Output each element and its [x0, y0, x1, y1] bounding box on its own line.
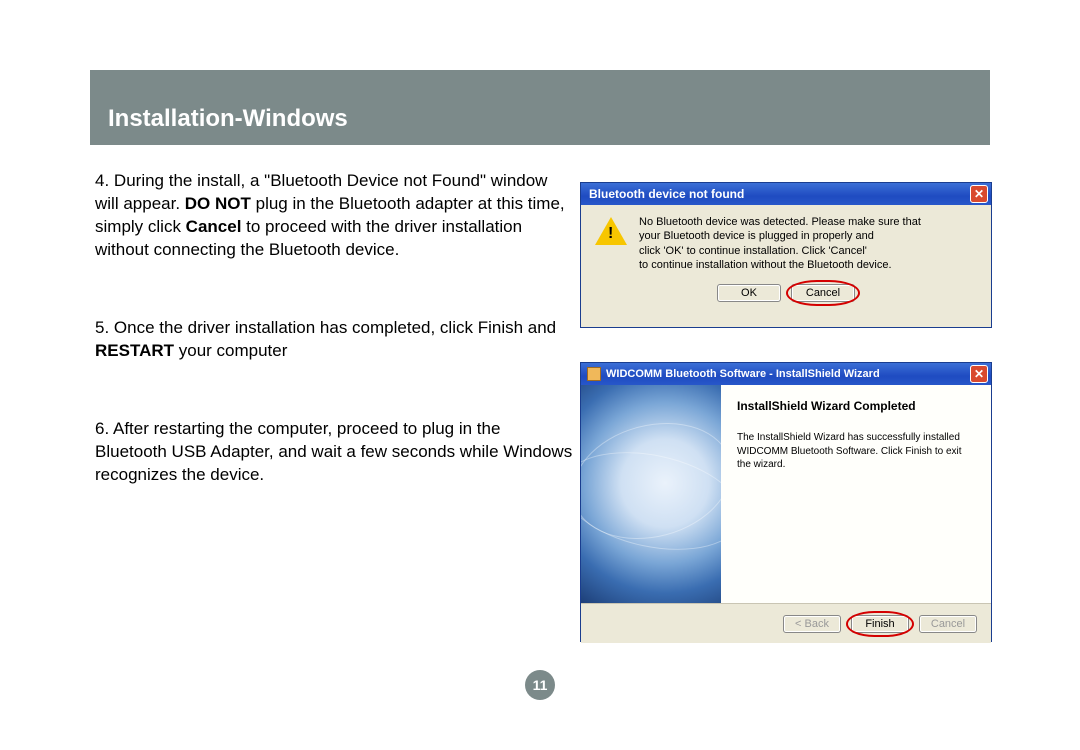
- instruction-text: 4. During the install, a "Bluetooth Devi…: [95, 170, 575, 541]
- dialog-button-row: OK Cancel: [581, 278, 991, 310]
- close-icon: ✕: [974, 188, 984, 200]
- step-bold: DO NOT: [185, 194, 251, 213]
- finish-button[interactable]: Finish: [851, 615, 909, 633]
- dialog-main: InstallShield Wizard Completed The Insta…: [581, 385, 991, 603]
- step-number: 5.: [95, 318, 109, 337]
- wizard-body-text: The InstallShield Wizard has successfull…: [737, 431, 975, 472]
- dialog-button-row: < Back Finish Cancel: [581, 603, 991, 643]
- warning-icon: !: [595, 215, 627, 247]
- step-6: 6. After restarting the computer, procee…: [95, 418, 575, 487]
- dialog-titlebar: WIDCOMM Bluetooth Software - InstallShie…: [581, 363, 991, 385]
- back-button[interactable]: < Back: [783, 615, 841, 633]
- close-button[interactable]: ✕: [970, 185, 988, 203]
- section-title: Installation-Windows: [108, 105, 348, 133]
- step-text: Once the driver installation has complet…: [114, 318, 556, 337]
- page-number: 11: [525, 670, 555, 700]
- step-bold: RESTART: [95, 341, 174, 360]
- msg-line: click 'OK' to continue installation. Cli…: [639, 244, 921, 258]
- highlight-circle: Cancel: [791, 284, 855, 302]
- wizard-globe-graphic: [581, 385, 721, 603]
- wizard-content: InstallShield Wizard Completed The Insta…: [721, 385, 991, 603]
- msg-line: your Bluetooth device is plugged in prop…: [639, 229, 921, 243]
- section-header: Installation-Windows: [90, 70, 990, 145]
- msg-line: No Bluetooth device was detected. Please…: [639, 215, 921, 229]
- installer-icon: [587, 367, 601, 381]
- highlight-circle: Finish: [851, 615, 909, 633]
- step-number: 6.: [95, 419, 109, 438]
- dialog-message: No Bluetooth device was detected. Please…: [639, 215, 921, 272]
- dialog-titlebar: Bluetooth device not found ✕: [581, 183, 991, 205]
- step-text: After restarting the computer, proceed t…: [95, 419, 572, 484]
- dialog-title: WIDCOMM Bluetooth Software - InstallShie…: [606, 368, 880, 380]
- msg-line: to continue installation without the Blu…: [639, 258, 921, 272]
- dialog-body: ! No Bluetooth device was detected. Plea…: [581, 205, 991, 278]
- installshield-complete-dialog: WIDCOMM Bluetooth Software - InstallShie…: [580, 362, 992, 642]
- page-number-value: 11: [533, 677, 548, 693]
- wizard-heading: InstallShield Wizard Completed: [737, 399, 975, 413]
- cancel-button[interactable]: Cancel: [791, 284, 855, 302]
- step-5: 5. Once the driver installation has comp…: [95, 317, 575, 363]
- close-button[interactable]: ✕: [970, 365, 988, 383]
- bluetooth-not-found-dialog: Bluetooth device not found ✕ ! No Blueto…: [580, 182, 992, 328]
- step-4: 4. During the install, a "Bluetooth Devi…: [95, 170, 575, 262]
- dialog-title: Bluetooth device not found: [589, 187, 744, 201]
- ok-button[interactable]: OK: [717, 284, 781, 302]
- cancel-button[interactable]: Cancel: [919, 615, 977, 633]
- step-number: 4.: [95, 171, 109, 190]
- close-icon: ✕: [974, 368, 984, 380]
- step-bold: Cancel: [186, 217, 242, 236]
- step-text: your computer: [174, 341, 287, 360]
